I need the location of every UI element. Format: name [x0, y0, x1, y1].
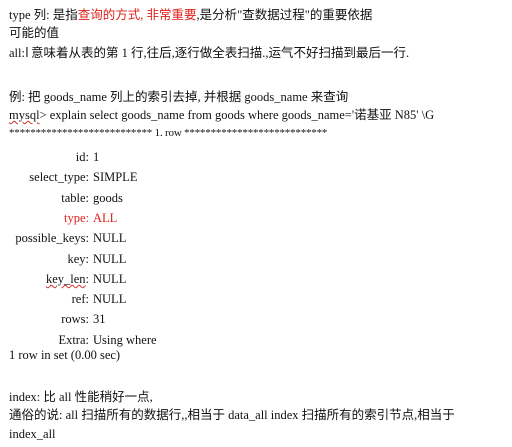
intro-line-1-suffix: ,是分析"查数据过程"的重要依据 — [196, 8, 373, 22]
explain-value-table: goods — [93, 190, 123, 205]
explain-key-type: type: — [64, 210, 89, 225]
row-separator: *************************** 1. row *****… — [9, 127, 328, 139]
intro-line-1: type 列: 是指查询的方式, 非常重要,是分析"查数据过程"的重要依据 — [9, 6, 506, 24]
intro-line-1-prefix: type 列: 是指 — [9, 8, 78, 22]
intro-highlight: 查询的方式, 非常重要 — [77, 8, 197, 22]
explain-value-id: 1 — [93, 150, 100, 164]
explain-key-table: table: — [61, 190, 89, 205]
explain-key-select-type: select_type: — [29, 170, 89, 185]
explain-key-rows: rows: — [61, 312, 89, 327]
explain-key-id: id: — [75, 150, 89, 164]
explain-query: mysql> explain select goods_name from go… — [9, 106, 506, 124]
mysql-prompt: mysql — [9, 108, 40, 122]
index-line-2: 通俗的说: all 扫描所有的数据行,,相当于 data_all index 扫… — [9, 408, 455, 422]
document-page: type 列: 是指查询的方式, 非常重要,是分析"查数据过程"的重要依据 可能… — [0, 0, 512, 447]
intro-line-3: all:I 意味着从表的第 1 行,往后,逐行做全表扫描.,运气不好扫描到最后一行… — [9, 44, 506, 63]
explain-key-possible-keys: possible_keys: — [15, 231, 89, 246]
query-text: > explain select goods_name from goods w… — [39, 108, 435, 122]
all-label: all: — [9, 46, 25, 60]
explain-value-select-type: SIMPLE — [93, 170, 138, 185]
explain-key-key: key: — [67, 251, 89, 266]
explain-value-ref: NULL — [93, 292, 127, 307]
explain-value-possible-keys: NULL — [93, 231, 127, 246]
example-title: 例: 把 goods_name 列上的索引去掉, 并根据 goods_name … — [9, 90, 349, 104]
explain-value-key-len: NULL — [93, 271, 127, 286]
intro-line-2: 可能的值 — [9, 26, 60, 40]
index-line-3: index_all — [9, 427, 56, 441]
explain-value-key: NULL — [93, 251, 127, 266]
all-description: 意味着从表的第 1 行,往后,逐行做全表扫描.,运气不好扫描到最后一行. — [30, 46, 410, 60]
result-summary: 1 row in set (0.00 sec) — [9, 348, 121, 362]
index-line-1: index: 比 all 性能稍好一点, — [9, 390, 153, 404]
explain-key-ref: ref: — [71, 292, 89, 307]
explain-value-rows: 31 — [93, 312, 106, 327]
explain-value-type: ALL — [93, 210, 118, 225]
explain-key-key-len: key_len: — [45, 271, 89, 286]
